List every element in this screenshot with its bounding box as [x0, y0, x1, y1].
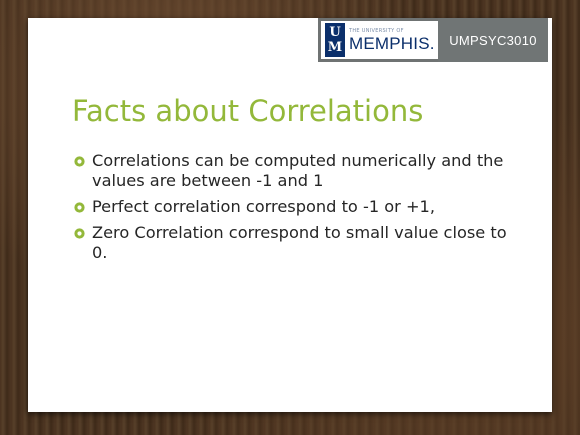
university-logo: U M THE UNIVERSITY OF MEMPHIS.	[318, 18, 438, 62]
slide-title: Facts about Correlations	[72, 94, 424, 128]
bullet-text: Perfect correlation correspond to -1 or …	[92, 197, 435, 216]
bullet-text: Zero Correlation correspond to small val…	[92, 223, 507, 262]
ring-bullet-icon	[74, 156, 85, 167]
bullet-item: Zero Correlation correspond to small val…	[72, 223, 512, 263]
bullet-list: Correlations can be computed numerically…	[72, 151, 512, 269]
um-mark-letter-u: U	[329, 25, 341, 40]
bullet-item: Correlations can be computed numerically…	[72, 151, 512, 191]
um-mark-icon: U M	[325, 23, 345, 57]
bullet-item: Perfect correlation correspond to -1 or …	[72, 197, 512, 217]
header-badge: U M THE UNIVERSITY OF MEMPHIS. UMPSYC301…	[318, 18, 548, 62]
slide-frame: U M THE UNIVERSITY OF MEMPHIS. UMPSYC301…	[28, 18, 552, 412]
ring-bullet-icon	[74, 228, 85, 239]
course-badge: UMPSYC3010	[438, 18, 548, 62]
logo-text: THE UNIVERSITY OF MEMPHIS.	[349, 28, 435, 53]
logo-main-text: MEMPHIS.	[349, 33, 435, 53]
course-code: UMPSYC3010	[449, 32, 537, 48]
um-mark-letter-m: M	[327, 40, 343, 55]
bullet-text: Correlations can be computed numerically…	[92, 151, 504, 190]
ring-bullet-icon	[74, 202, 85, 213]
